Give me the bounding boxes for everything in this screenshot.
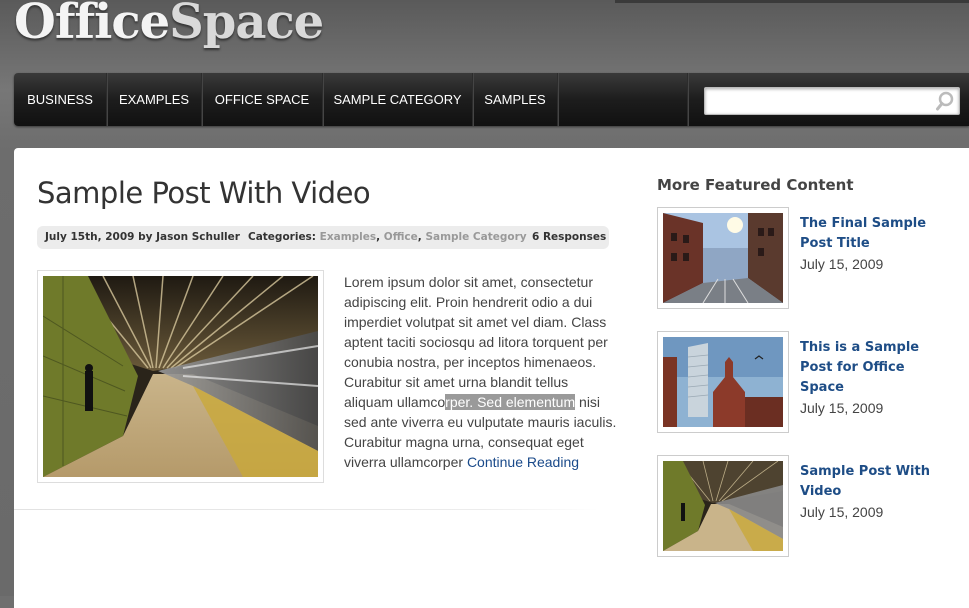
excerpt-line: imperdiet volutpat sit amet vel diam. Cl…: [344, 314, 607, 330]
search-field[interactable]: [704, 87, 960, 115]
post-thumbnail[interactable]: [37, 270, 324, 483]
post-title[interactable]: Sample Post With Video: [37, 176, 371, 210]
selected-text: rper. Sed elementum: [445, 394, 576, 410]
featured-date: July 15, 2009: [800, 400, 884, 416]
featured-title-line: Space: [800, 380, 844, 395]
sidebar-heading: More Featured Content: [657, 176, 854, 194]
excerpt-line: aliquam ullamcorper. Sed elementum nisi: [344, 392, 629, 412]
buildings-image: [663, 337, 783, 427]
nav-item-examples[interactable]: EXAMPLES: [107, 73, 202, 126]
featured-title-line: Post for Office: [800, 360, 905, 375]
nav-item-office-space[interactable]: OFFICE SPACE: [202, 73, 323, 126]
post-date-author: July 15th, 2009 by Jason Schuller: [45, 231, 240, 243]
category-link-sample-category[interactable]: Sample Category: [425, 231, 526, 243]
featured-title-link[interactable]: This is a Sample Post for Office Space: [800, 338, 950, 398]
featured-date: July 15, 2009: [800, 256, 884, 272]
excerpt-line: viverra ullamcorper Continue Reading: [344, 452, 629, 472]
category-link-examples[interactable]: Examples: [320, 231, 376, 243]
street-image: [663, 213, 783, 303]
featured-thumbnail[interactable]: [657, 207, 789, 309]
featured-title-line: The Final Sample: [800, 216, 927, 231]
post-categories: Categories: Examples, Office, Sample Cat…: [248, 231, 527, 243]
continue-reading-link[interactable]: Continue Reading: [467, 454, 579, 470]
excerpt-line: conubia nostra, per inceptos himenaeos.: [344, 354, 597, 370]
search-icon[interactable]: [935, 91, 955, 111]
featured-title-line: Video: [800, 484, 842, 499]
categories-label: Categories:: [248, 231, 317, 243]
post-responses[interactable]: 6 Responses: [532, 226, 606, 249]
search-input[interactable]: [705, 88, 937, 112]
nav-empty-slot: [558, 73, 688, 126]
excerpt-line: Curabitur sit amet urna blandit tellus: [344, 374, 569, 390]
logo-text-space: Space: [169, 0, 324, 50]
excerpt-text: nisi: [575, 394, 601, 410]
featured-thumbnail[interactable]: [657, 455, 789, 557]
excerpt-line: adipiscing elit. Proin hendrerit odio a …: [344, 294, 593, 310]
featured-title-link[interactable]: The Final Sample Post Title: [800, 214, 950, 254]
excerpt-text: aliquam ullamco: [344, 394, 446, 410]
top-edge-bar: [615, 0, 969, 3]
post-divider: [14, 509, 599, 510]
featured-title-line: Post Title: [800, 236, 870, 251]
subway-tunnel-image: [43, 276, 318, 477]
excerpt-line: Lorem ipsum dolor sit amet, consectetur: [344, 274, 593, 290]
excerpt-text: viverra ullamcorper: [344, 454, 467, 470]
logo-text-office: Office: [14, 0, 170, 50]
featured-title-link[interactable]: Sample Post With Video: [800, 462, 950, 502]
excerpt-line: Curabitur magna urna, consequat eget: [344, 434, 584, 450]
category-link-office[interactable]: Office: [384, 231, 418, 243]
excerpt-line: sed ante viverra eu vulputate mauris iac…: [344, 414, 617, 430]
featured-thumbnail[interactable]: [657, 331, 789, 433]
excerpt-line: aptent taciti sociosqu ad litora torquen…: [344, 334, 608, 350]
featured-date: July 15, 2009: [800, 504, 884, 520]
site-logo[interactable]: OfficeSpace: [14, 0, 324, 52]
nav-item-business[interactable]: BUSINESS: [14, 73, 107, 126]
post-excerpt: Lorem ipsum dolor sit amet, consectetur …: [344, 272, 629, 472]
nav-item-samples[interactable]: SAMPLES: [473, 73, 558, 126]
featured-title-line: This is a Sample: [800, 340, 920, 355]
nav-item-sample-category[interactable]: SAMPLE CATEGORY: [323, 73, 473, 126]
featured-title-line: Sample Post With: [800, 464, 930, 479]
subway-tunnel-image: [663, 461, 783, 551]
post-meta-bar: July 15th, 2009 by Jason Schuller Catego…: [37, 226, 609, 249]
